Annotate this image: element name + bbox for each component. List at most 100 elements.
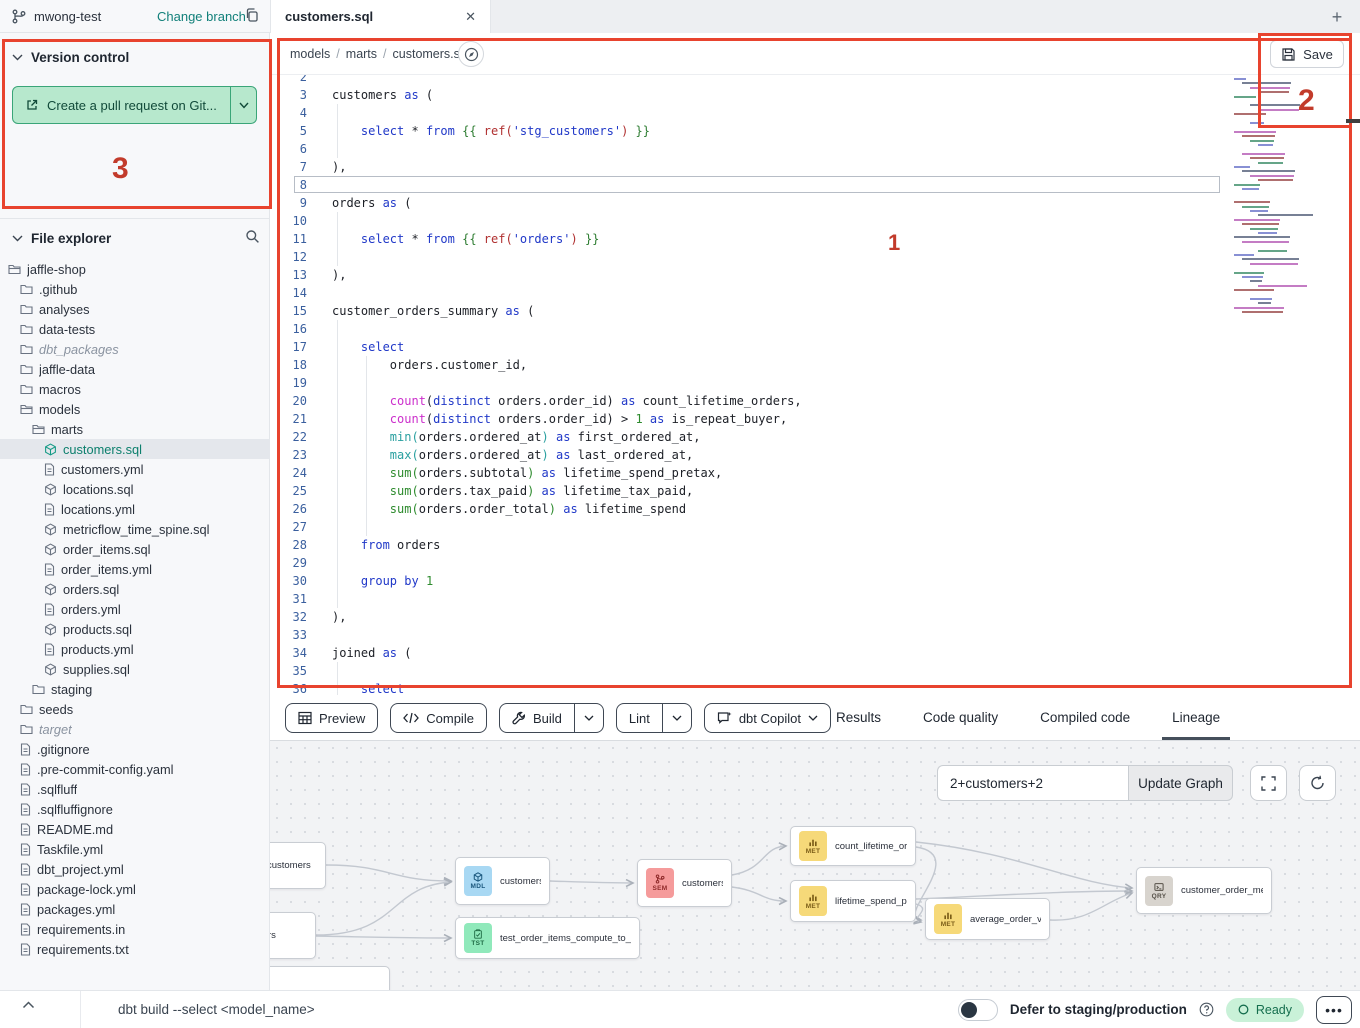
lineage-node-clipped[interactable] — [270, 966, 390, 990]
search-icon[interactable] — [245, 229, 260, 244]
file-item-customers-yml[interactable]: customers.yml — [0, 459, 270, 479]
file-item-package-lock-yml[interactable]: package-lock.yml — [0, 879, 270, 899]
lineage-node-orders[interactable]: orders — [270, 912, 316, 959]
file-item-orders-sql[interactable]: orders.sql — [0, 579, 270, 599]
line-number: 30 — [270, 572, 307, 590]
file-item-seeds[interactable]: seeds — [0, 699, 270, 719]
defer-toggle[interactable] — [958, 999, 998, 1021]
status-badge-ready[interactable]: Ready — [1226, 998, 1304, 1022]
file-item-data-tests[interactable]: data-tests — [0, 319, 270, 339]
file-item-analyses[interactable]: analyses — [0, 299, 270, 319]
file-item-requirements-txt[interactable]: requirements.txt — [0, 939, 270, 959]
tab-code-quality[interactable]: Code quality — [919, 695, 1002, 740]
new-tab-button[interactable]: + — [1324, 4, 1350, 30]
breadcrumb-segment[interactable]: models — [290, 47, 330, 61]
branch-selector[interactable]: mwong-test — [12, 0, 101, 33]
button-split-caret[interactable] — [662, 704, 691, 732]
file-item-taskfile-yml[interactable]: Taskfile.yml — [0, 839, 270, 859]
file-label: order_items.yml — [61, 562, 152, 577]
lineage-node-lifetime-spend-pretax[interactable]: METlifetime_spend_pretax — [790, 880, 916, 922]
lineage-node-customer-order-metrics[interactable]: QRYcustomer_order_metrics — [1136, 867, 1272, 914]
build-button[interactable]: Build — [499, 703, 604, 733]
file-item--github[interactable]: .github — [0, 279, 270, 299]
button-main[interactable]: Build — [500, 704, 574, 732]
file-item-order-items-sql[interactable]: order_items.sql — [0, 539, 270, 559]
update-graph-button[interactable]: Update Graph — [1128, 765, 1233, 801]
file-item-products-yml[interactable]: products.yml — [0, 639, 270, 659]
file-item-models[interactable]: models — [0, 399, 270, 419]
minimap[interactable] — [1232, 78, 1318, 318]
lineage-node-customers[interactable]: MDLcustomers — [455, 857, 550, 905]
lineage-node-customers[interactable]: SEMcustomers — [637, 859, 732, 907]
file-item--sqlfluffignore[interactable]: .sqlfluffignore — [0, 799, 270, 819]
dbt-copilot-button[interactable]: dbt Copilot — [704, 703, 831, 733]
more-options-button[interactable]: ••• — [1316, 996, 1352, 1024]
file-item-packages-yml[interactable]: packages.yml — [0, 899, 270, 919]
file-item--pre-commit-config-yaml[interactable]: .pre-commit-config.yaml — [0, 759, 270, 779]
file-item-products-sql[interactable]: products.sql — [0, 619, 270, 639]
ready-label: Ready — [1256, 1003, 1292, 1017]
tab-customers-sql[interactable]: customers.sql ✕ — [271, 0, 491, 33]
file-item-metricflow-time-spine-sql[interactable]: metricflow_time_spine.sql — [0, 519, 270, 539]
file-item-customers-sql[interactable]: customers.sql — [0, 439, 270, 459]
file-item-dbt-packages[interactable]: dbt_packages — [0, 339, 270, 359]
fullscreen-button[interactable] — [1250, 765, 1287, 801]
save-button[interactable]: Save — [1270, 40, 1344, 68]
button-main[interactable]: Preview — [286, 704, 377, 732]
file-item-order-items-yml[interactable]: order_items.yml — [0, 559, 270, 579]
create-pr-button[interactable]: Create a pull request on Git... — [12, 86, 257, 124]
help-icon[interactable] — [1199, 1002, 1214, 1017]
file-explorer-header[interactable]: File explorer — [0, 219, 270, 257]
dbt-command-text[interactable]: dbt build --select <model_name> — [118, 991, 315, 1028]
file-item-supplies-sql[interactable]: supplies.sql — [0, 659, 270, 679]
met-badge: MET — [799, 886, 827, 916]
lineage-node-test-order-items-compute-to-bools-[interactable]: TSTtest_order_items_compute_to_bools... — [455, 917, 640, 959]
copy-icon[interactable] — [244, 7, 260, 24]
file-item-readme-md[interactable]: README.md — [0, 819, 270, 839]
code-line-11: 11 select * from {{ ref('orders') }} — [270, 230, 1360, 248]
create-pr-caret[interactable] — [231, 87, 256, 123]
preview-button[interactable]: Preview — [285, 703, 378, 733]
lint-button[interactable]: Lint — [616, 703, 692, 733]
lineage-node-average-order-value[interactable]: METaverage_order_value — [925, 898, 1050, 940]
change-branch-link[interactable]: Change branch — [157, 0, 246, 33]
file-item-locations-sql[interactable]: locations.sql — [0, 479, 270, 499]
create-pr-main[interactable]: Create a pull request on Git... — [13, 87, 231, 123]
compile-button[interactable]: Compile — [390, 703, 487, 733]
chevron-up-icon[interactable] — [22, 1001, 35, 1009]
tab-results[interactable]: Results — [832, 695, 885, 740]
file-label: packages.yml — [37, 902, 115, 917]
lineage-node-stg-customers[interactable]: stg_customers — [270, 842, 326, 889]
file-item-jaffle-data[interactable]: jaffle-data — [0, 359, 270, 379]
tab-lineage[interactable]: Lineage — [1168, 695, 1224, 740]
version-control-header[interactable]: Version control — [0, 38, 270, 76]
file-item-orders-yml[interactable]: orders.yml — [0, 599, 270, 619]
file-item--gitignore[interactable]: .gitignore — [0, 739, 270, 759]
tab-compiled-code[interactable]: Compiled code — [1036, 695, 1134, 740]
button-main[interactable]: Compile — [391, 704, 486, 732]
file-item-locations-yml[interactable]: locations.yml — [0, 499, 270, 519]
file-explorer-section: File explorer — [0, 219, 270, 257]
tab-strip: customers.sql ✕ + — [270, 0, 1360, 33]
button-main[interactable]: dbt Copilot — [705, 704, 830, 732]
breadcrumb-segment[interactable]: marts — [346, 47, 377, 61]
breadcrumb-separator: / — [383, 47, 386, 61]
file-item-marts[interactable]: marts — [0, 419, 270, 439]
line-content: select * from {{ ref('stg_customers') }} — [332, 122, 650, 140]
file-item-target[interactable]: target — [0, 719, 270, 739]
lineage-node-count-lifetime-orders[interactable]: METcount_lifetime_orders — [790, 826, 916, 866]
file-item-jaffle-shop[interactable]: jaffle-shop — [0, 259, 270, 279]
button-split-caret[interactable] — [574, 704, 603, 732]
file-item-dbt-project-yml[interactable]: dbt_project.yml — [0, 859, 270, 879]
refresh-button[interactable] — [1299, 765, 1336, 801]
close-icon[interactable]: ✕ — [465, 9, 476, 25]
file-item--sqlfluff[interactable]: .sqlfluff — [0, 779, 270, 799]
indent-guide — [366, 518, 367, 536]
code-editor[interactable]: 23customers as (45 select * from {{ ref(… — [270, 75, 1360, 695]
button-main[interactable]: Lint — [617, 704, 662, 732]
file-item-staging[interactable]: staging — [0, 679, 270, 699]
docs-compass-button[interactable] — [458, 41, 484, 67]
file-item-macros[interactable]: macros — [0, 379, 270, 399]
lineage-selector-input[interactable] — [937, 765, 1128, 801]
file-item-requirements-in[interactable]: requirements.in — [0, 919, 270, 939]
